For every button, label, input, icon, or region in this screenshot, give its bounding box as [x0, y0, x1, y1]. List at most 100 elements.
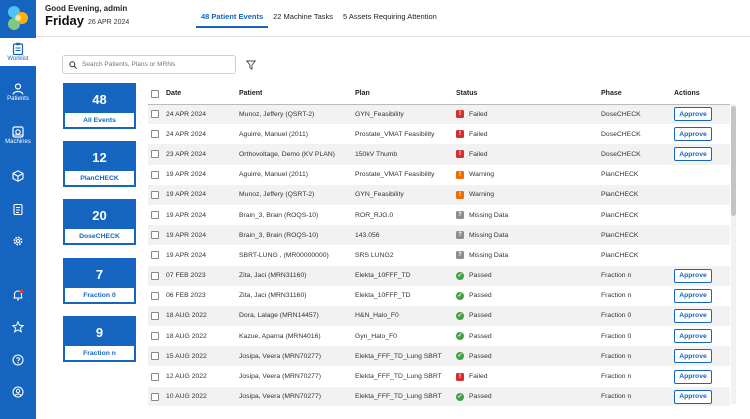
- approve-button[interactable]: Approve: [674, 147, 712, 162]
- tab-assets-requiring-attention[interactable]: 5 Assets Requiring Attention: [338, 8, 442, 28]
- sidebar-item-assets[interactable]: [0, 170, 36, 184]
- card-all-events[interactable]: 48 All Events: [63, 83, 136, 129]
- table-row[interactable]: 19 APR 2024 Munoz, Jeffery (QSRT-2) GYN_Fe…: [148, 184, 730, 205]
- approve-button[interactable]: Approve: [674, 329, 712, 344]
- sidebar-item-worklist[interactable]: Worklist: [0, 38, 36, 66]
- approve-button[interactable]: Approve: [674, 107, 712, 122]
- column-header-plan[interactable]: Plan: [355, 84, 456, 105]
- sidebar-item-notifications[interactable]: [0, 289, 36, 303]
- table-row[interactable]: 06 FEB 2023 Zita, Jaci (MRN31160) Elekta_1…: [148, 285, 730, 306]
- sidebar-item-label: Worklist: [7, 56, 29, 62]
- card-dosecheck[interactable]: 20 DoseCHECK: [63, 199, 136, 245]
- table-row[interactable]: 07 FEB 2023 Zita, Jaci (MRN31160) Elekta_1…: [148, 265, 730, 286]
- sidebar-item-patients[interactable]: Patients: [0, 83, 36, 109]
- table-row[interactable]: 19 APR 2024 Brain_3, Brain (ROQS-10) 143.0…: [148, 225, 730, 246]
- approve-button[interactable]: Approve: [674, 308, 712, 323]
- approve-button[interactable]: Approve: [674, 349, 712, 364]
- row-checkbox[interactable]: [151, 170, 159, 179]
- status-text: Passed: [469, 352, 492, 360]
- approve-button[interactable]: Approve: [674, 288, 712, 303]
- search-box[interactable]: [62, 55, 236, 74]
- sidebar-item-settings[interactable]: [0, 235, 36, 249]
- status-cell: ! Warning: [456, 184, 601, 205]
- plan-cell: ROR_RJG.0: [355, 204, 456, 226]
- tab-patient-events[interactable]: 48 Patient Events: [196, 8, 269, 28]
- row-checkbox[interactable]: [151, 291, 159, 300]
- row-checkbox[interactable]: [151, 130, 159, 139]
- table-row[interactable]: 24 APR 2024 Munoz, Jeffery (QSRT-2) GYN_Fe…: [148, 104, 730, 125]
- table-row[interactable]: 19 APR 2024 SBRT-LUNG , (MR00000000) SRS L…: [148, 245, 730, 266]
- sidebar-item-machines[interactable]: Machines: [0, 126, 36, 152]
- phase-cell: PlanCHECK: [601, 225, 674, 246]
- card-count: 20: [65, 201, 134, 229]
- status-passed-icon: ✓: [456, 392, 464, 401]
- approve-button[interactable]: Approve: [674, 369, 712, 384]
- approve-button[interactable]: Approve: [674, 127, 712, 142]
- plan-cell: GYN_Feasibility: [355, 104, 456, 125]
- patient-cell: Munoz, Jeffery (QSRT-2): [239, 104, 355, 125]
- actions-cell: Approve: [674, 104, 730, 125]
- row-checkbox[interactable]: [151, 372, 159, 381]
- column-header-status[interactable]: Status: [456, 84, 601, 105]
- card-fraction-0[interactable]: 7 Fraction 0: [63, 258, 136, 304]
- table-row[interactable]: 15 AUG 2022 Josipa, Veera (MRN70277) Elekt…: [148, 346, 730, 367]
- actions-cell: Approve: [674, 124, 730, 145]
- phase-cell: PlanCHECK: [601, 164, 674, 185]
- table-row[interactable]: 18 AUG 2022 Kazue, Aparna (MRN4016) Gyn_Ha…: [148, 326, 730, 347]
- patient-cell: Orthovoltage, Demo (KV PLAN): [239, 144, 355, 165]
- row-checkbox[interactable]: [151, 311, 159, 320]
- tab-machine-tasks[interactable]: 22 Machine Tasks: [268, 8, 338, 28]
- row-select-cell: [148, 164, 166, 185]
- clipboard-icon: [12, 42, 24, 55]
- row-checkbox[interactable]: [151, 110, 159, 119]
- row-select-cell: [148, 144, 166, 165]
- row-checkbox[interactable]: [151, 271, 159, 280]
- cube-icon: [12, 170, 24, 182]
- table-row[interactable]: 19 APR 2024 Aguirre, Manuel (2011) Prostat…: [148, 164, 730, 185]
- column-header-date[interactable]: Date: [166, 84, 239, 105]
- approve-button[interactable]: Approve: [674, 268, 712, 283]
- sidebar-item-reports[interactable]: [0, 203, 36, 217]
- status-warning-icon: !: [456, 170, 464, 179]
- scrollbar-thumb[interactable]: [731, 106, 736, 216]
- search-input[interactable]: [82, 61, 222, 68]
- row-checkbox[interactable]: [151, 150, 159, 159]
- row-select-cell: [148, 326, 166, 347]
- column-header-phase[interactable]: Phase: [601, 84, 674, 105]
- status-cell: ? Missing Data: [456, 245, 601, 266]
- row-checkbox[interactable]: [151, 231, 159, 240]
- card-plancheck[interactable]: 12 PlanCHECK: [63, 141, 136, 187]
- table-row[interactable]: 23 APR 2024 Orthovoltage, Demo (KV PLAN) 1…: [148, 144, 730, 165]
- phase-cell: Fraction n: [601, 366, 674, 387]
- patient-cell: Munoz, Jeffery (QSRT-2): [239, 184, 355, 205]
- select-all-checkbox[interactable]: [151, 89, 159, 98]
- table-row[interactable]: 12 AUG 2022 Josipa, Veera (MRN70277) Elekt…: [148, 366, 730, 387]
- filter-button[interactable]: [241, 55, 260, 74]
- row-checkbox[interactable]: [151, 332, 159, 341]
- sidebar-item-favorites[interactable]: [0, 321, 36, 335]
- sidebar-item-account[interactable]: [0, 386, 36, 400]
- date-cell: 12 AUG 2022: [166, 366, 239, 387]
- row-checkbox[interactable]: [151, 251, 159, 260]
- table-row[interactable]: 19 APR 2024 Brain_3, Brain (ROQS-10) ROR_R…: [148, 204, 730, 226]
- row-checkbox[interactable]: [151, 352, 159, 361]
- app-logo-icon: [8, 6, 28, 30]
- column-header-patient[interactable]: Patient: [239, 84, 355, 105]
- card-fraction-n[interactable]: 9 Fraction n: [63, 316, 136, 362]
- status-cell: ✓ Passed: [456, 326, 601, 347]
- approve-button[interactable]: Approve: [674, 389, 712, 404]
- table-row[interactable]: 18 AUG 2022 Dora, Lalage (MRN14457) H&N_Ha…: [148, 305, 730, 327]
- actions-cell: [674, 164, 730, 185]
- row-checkbox[interactable]: [151, 211, 159, 220]
- table-row[interactable]: 10 AUG 2022 Josipa, Veera (MRN70277) Elekt…: [148, 386, 730, 406]
- phase-cell: Fraction n: [601, 386, 674, 406]
- status-text: Passed: [469, 312, 492, 320]
- status-cell: ✓ Passed: [456, 285, 601, 306]
- sidebar-item-help[interactable]: [0, 354, 36, 368]
- actions-cell: Approve: [674, 326, 730, 347]
- row-checkbox[interactable]: [151, 190, 159, 199]
- table-row[interactable]: 24 APR 2024 Aguirre, Manuel (2011) Prostat…: [148, 124, 730, 145]
- phase-cell: PlanCHECK: [601, 184, 674, 205]
- card-label: PlanCHECK: [80, 174, 119, 182]
- row-checkbox[interactable]: [151, 392, 159, 401]
